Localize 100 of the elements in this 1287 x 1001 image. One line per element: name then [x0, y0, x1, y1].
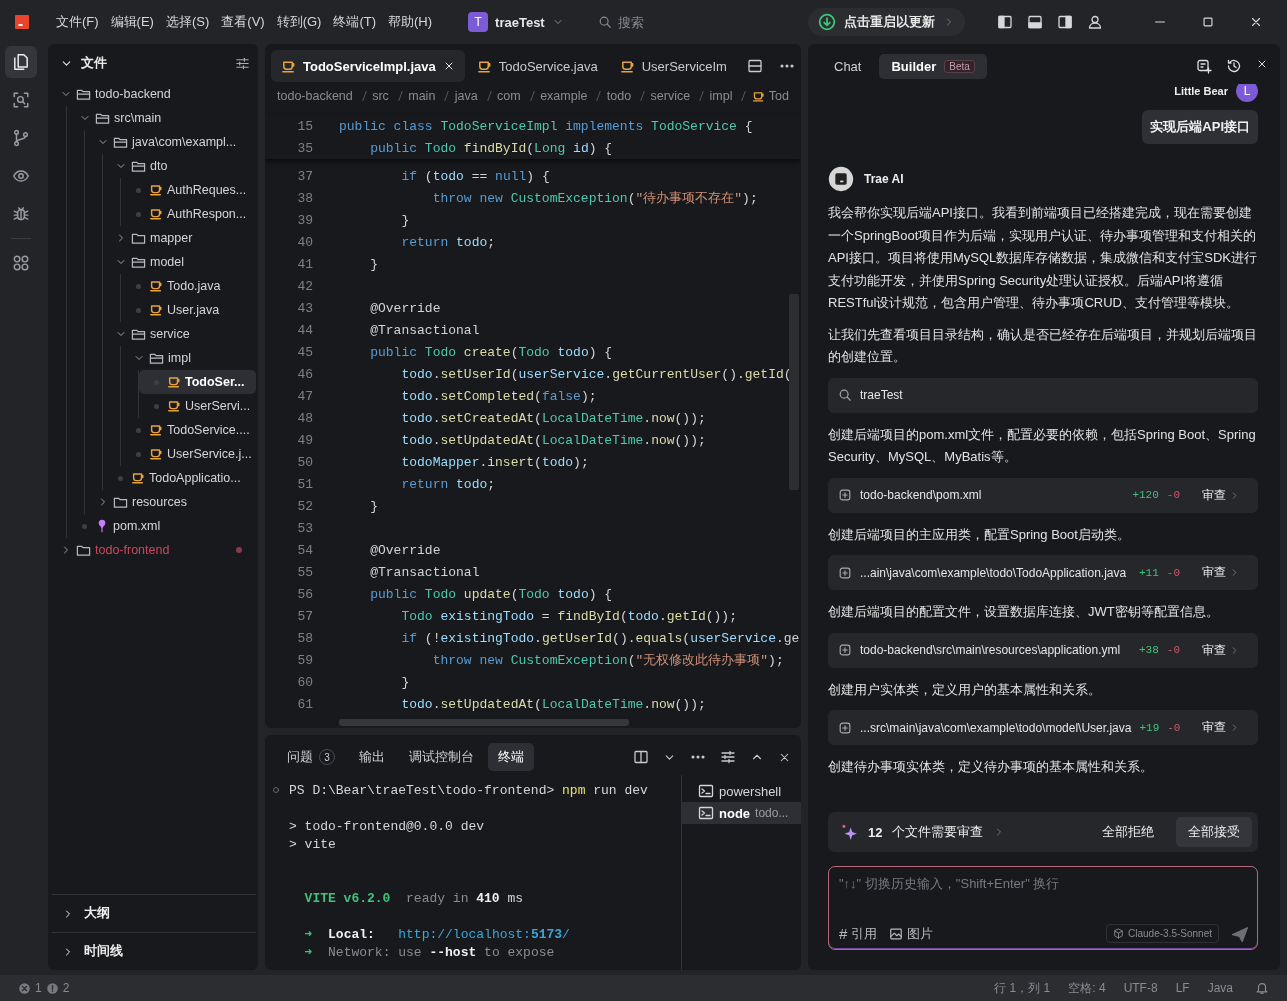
split-terminal-icon[interactable] [633, 749, 649, 765]
project-button[interactable]: T traeTest [462, 9, 570, 35]
tree-item[interactable]: UserServi... [139, 394, 256, 418]
status-circle-icon [271, 785, 281, 795]
tree-item[interactable]: pom.xml [67, 514, 256, 538]
line-number: 42 [296, 278, 313, 294]
error-icon[interactable] [18, 981, 31, 995]
breadcrumb[interactable]: main [408, 89, 436, 103]
tree-item[interactable]: todo-frontend [52, 538, 256, 562]
warning-count[interactable]: 2 [62, 981, 70, 995]
send-icon[interactable] [1231, 924, 1249, 943]
tree-item[interactable]: dto [103, 154, 256, 178]
image-icon [889, 926, 904, 941]
review-button[interactable]: 审查 [1202, 564, 1240, 581]
chat-tab[interactable]: Chat [822, 53, 874, 79]
model-selector[interactable]: Claude-3.5-Sonnet [1106, 924, 1219, 943]
expand-icon[interactable] [838, 488, 852, 502]
tree-item[interactable]: src\main [67, 106, 256, 130]
update-button[interactable]: 点击重启以更新 [808, 8, 965, 36]
status-item[interactable]: Java [1207, 981, 1233, 995]
breadcrumb[interactable]: java [454, 89, 478, 103]
terminal-session[interactable]: node todo... [682, 802, 801, 824]
reference-button[interactable]: # 引用 [839, 924, 878, 943]
editor-tab[interactable]: TodoServiceImpl.java [271, 50, 465, 82]
settings-icon[interactable] [720, 749, 736, 765]
editor-tab[interactable]: TodoService.java [466, 50, 608, 82]
tree-item[interactable]: User.java [121, 298, 256, 322]
tree-item[interactable]: Todo.java [121, 274, 256, 298]
new-chat-icon[interactable] [1196, 58, 1212, 74]
tree-item[interactable]: model [103, 250, 256, 274]
menu-item[interactable]: 帮助(H) [382, 9, 439, 35]
error-count[interactable]: 1 [35, 981, 42, 995]
line-number: 50 [296, 454, 313, 470]
tree-item[interactable]: service [103, 322, 256, 346]
review-button[interactable]: 审查 [1202, 641, 1240, 659]
section-header[interactable]: 大纲 [52, 894, 256, 932]
breadcrumb[interactable]: example [540, 89, 588, 103]
tree-item[interactable]: todo-backend [52, 82, 256, 106]
breadcrumb[interactable]: impl [709, 89, 733, 103]
expand-icon[interactable] [838, 565, 852, 580]
settings-icon[interactable] [235, 55, 250, 71]
chat-tab[interactable]: Builder Beta [879, 53, 987, 79]
menu-item[interactable]: 编辑(E) [104, 9, 160, 35]
tree-item[interactable]: UserService.j... [121, 442, 256, 466]
review-button[interactable]: 审查 [1202, 719, 1241, 736]
maximize-icon[interactable] [1201, 15, 1215, 29]
status-item[interactable]: 行 1，列 1 [994, 979, 1051, 997]
status-item[interactable]: UTF-8 [1123, 981, 1158, 995]
reject-all-button[interactable]: 全部拒绝 [1090, 817, 1166, 847]
search-field[interactable]: 搜索 [617, 14, 778, 30]
tree-item[interactable]: AuthReques... [121, 178, 256, 202]
tree-item[interactable]: AuthRespon... [121, 202, 256, 226]
left-panel-icon[interactable] [997, 14, 1013, 30]
breadcrumb[interactable]: todo-backend [277, 89, 353, 103]
menu-item[interactable]: 选择(S) [159, 9, 216, 35]
panel-tab[interactable]: 输出 [349, 743, 395, 771]
review-label[interactable]: 个文件需要审查 [892, 823, 984, 841]
panel-tab[interactable]: 调试控制台 [399, 743, 484, 771]
accept-all-button[interactable]: 全部接受 [1176, 817, 1252, 847]
terminal-line: PS D:\Bear\traeTest\todo-frontend> npm run dev [289, 782, 648, 798]
history-icon[interactable] [1226, 58, 1242, 74]
right-panel-icon[interactable] [1057, 14, 1073, 30]
tree-item[interactable]: TodoApplicatio... [103, 466, 256, 490]
image-button[interactable]: 图片 [889, 924, 934, 943]
message-input[interactable]: "↑↓" 切换历史输入，"Shift+Enter" 换行 # 引用 图片 Claude-3.5-Sonnet [828, 866, 1258, 950]
breadcrumb[interactable]: todo [606, 89, 632, 103]
close-icon[interactable] [1249, 15, 1263, 29]
expand-icon[interactable] [838, 720, 852, 735]
scrollbar-thumb[interactable] [339, 719, 629, 726]
close-icon[interactable] [1256, 58, 1268, 70]
expand-icon[interactable] [838, 643, 852, 657]
menu-item[interactable]: 终端(T) [327, 9, 383, 35]
status-item[interactable]: LF [1175, 981, 1190, 995]
panel-tab[interactable]: 问题 3 [277, 743, 345, 771]
review-button[interactable]: 审查 [1202, 486, 1240, 504]
logo-icon [14, 14, 30, 30]
tree-item[interactable]: resources [85, 490, 256, 514]
tree-item[interactable]: TodoService.... [121, 418, 256, 442]
tree-item[interactable]: TodoSer... [139, 370, 256, 394]
section-header[interactable]: 时间线 [52, 932, 256, 970]
menu-item[interactable]: 查看(V) [215, 9, 271, 35]
bottom-panel-icon[interactable] [1027, 14, 1043, 30]
breadcrumb[interactable]: src [372, 89, 389, 103]
breadcrumb[interactable]: Tod [768, 89, 789, 103]
breadcrumb[interactable]: service [650, 89, 691, 103]
user-icon[interactable] [1087, 14, 1103, 30]
tree-item[interactable]: impl [121, 346, 256, 370]
activity-tab[interactable] [4, 46, 37, 78]
menu-item[interactable]: 转到(G) [270, 9, 328, 35]
tree-item[interactable]: mapper [103, 226, 256, 250]
panel-tab[interactable]: 终端 [488, 743, 534, 771]
split-editor-icon[interactable] [747, 58, 763, 74]
menu-item[interactable]: 文件(F) [50, 9, 105, 35]
breadcrumb[interactable]: com [497, 89, 521, 103]
tree-item[interactable]: java\com\exampl... [85, 130, 256, 154]
editor-tab[interactable]: UserServiceIm [609, 50, 737, 82]
warning-icon[interactable] [45, 981, 59, 995]
bell-icon[interactable] [1255, 981, 1269, 995]
terminal-session[interactable]: powershell [682, 780, 801, 802]
status-item[interactable]: 空格: 4 [1068, 979, 1106, 997]
